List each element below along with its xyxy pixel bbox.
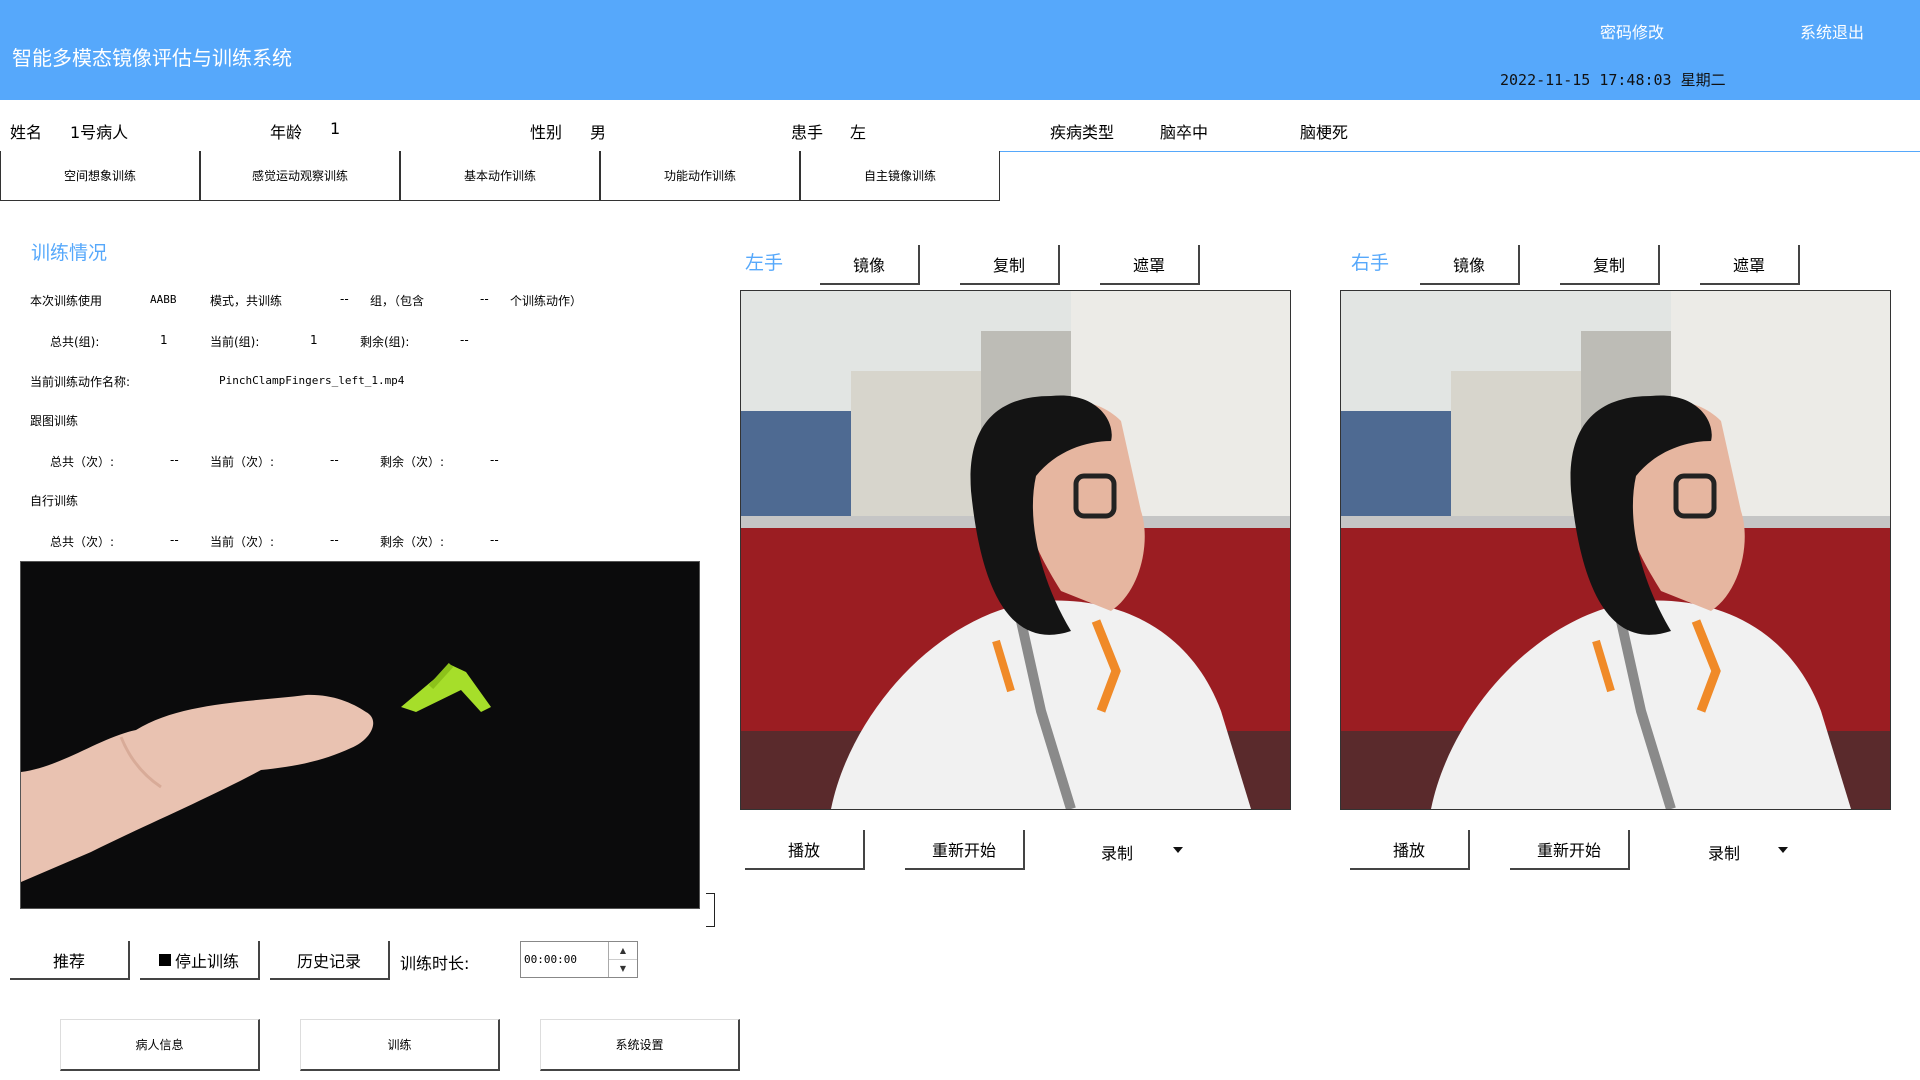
disease-subtype-value: 脑梗死	[1300, 123, 1349, 142]
right-record-dropdown-label[interactable]: 录制	[1708, 840, 1740, 864]
disease-type-label: 疾病类型	[1050, 123, 1115, 142]
stop-training-label: 停止训练	[174, 951, 239, 971]
groups-total-label: 总共(组):	[50, 335, 100, 349]
duration-value: 00:00:00	[524, 953, 577, 966]
training-actions-value: --	[480, 292, 489, 306]
tab-functional-action[interactable]: 功能动作训练	[600, 151, 800, 201]
groups-remaining-value: --	[460, 333, 469, 347]
right-record-dropdown-icon[interactable]	[1778, 847, 1788, 853]
training-groups-text: 组，（包含	[370, 294, 425, 308]
name-label: 姓名	[10, 123, 43, 142]
exit-system-link[interactable]: 系统退出	[1800, 19, 1864, 43]
right-camera-feed[interactable]	[1340, 290, 1891, 810]
follow-training-title: 跟图训练	[30, 414, 79, 428]
current-action-label: 当前训练动作名称:	[30, 375, 131, 389]
left-copy-button[interactable]: 复制	[960, 245, 1060, 285]
self-current-label: 当前（次）:	[210, 535, 275, 549]
right-copy-button[interactable]: 复制	[1560, 245, 1660, 285]
name-value: 1号病人	[70, 123, 129, 142]
affected-hand-label: 患手	[791, 123, 824, 142]
groups-current-label: 当前(组):	[210, 335, 260, 349]
groups-remaining-label: 剩余(组):	[360, 335, 410, 349]
right-mask-button[interactable]: 遮罩	[1700, 245, 1800, 285]
person-camera-frame	[1341, 291, 1890, 809]
tab-autonomous-mirror[interactable]: 自主镜像训练	[800, 151, 1000, 201]
self-remaining-value: --	[490, 533, 499, 547]
recommend-button[interactable]: 推荐	[10, 941, 130, 980]
self-remaining-label: 剩余（次）:	[380, 535, 445, 549]
left-mask-button[interactable]: 遮罩	[1100, 245, 1200, 285]
right-mirror-button[interactable]: 镜像	[1420, 245, 1520, 285]
self-training-title: 自行训练	[30, 494, 79, 508]
training-usage-prefix: 本次训练使用	[30, 294, 103, 308]
duration-time-field[interactable]: 00:00:00 ▲ ▼	[520, 941, 638, 978]
right-restart-button[interactable]: 重新开始	[1510, 830, 1630, 870]
left-play-button[interactable]: 播放	[745, 830, 865, 870]
training-pattern-value: AABB	[150, 293, 177, 306]
follow-remaining-value: --	[490, 453, 499, 467]
stop-square-icon	[158, 953, 171, 966]
stop-training-button[interactable]: 停止训练	[140, 941, 260, 980]
self-current-value: --	[330, 533, 339, 547]
training-groups-value: --	[340, 292, 349, 306]
nav-system-settings-button[interactable]: 系统设置	[540, 1019, 740, 1071]
follow-current-value: --	[330, 453, 339, 467]
hand-clip-video-frame	[21, 562, 699, 908]
follow-total-value: --	[170, 453, 179, 467]
left-camera-feed[interactable]	[740, 290, 1291, 810]
left-mirror-button[interactable]: 镜像	[820, 245, 920, 285]
groups-total-value: 1	[160, 333, 168, 347]
follow-total-label: 总共（次）:	[50, 455, 115, 469]
age-label: 年龄	[270, 123, 303, 142]
affected-hand-value: 左	[850, 123, 867, 142]
tab-spatial-imagery[interactable]: 空间想象训练	[0, 151, 200, 201]
disease-type-value: 脑卒中	[1160, 123, 1209, 142]
right-hand-label: 右手	[1351, 252, 1390, 274]
resize-handle[interactable]	[706, 893, 715, 927]
nav-training-button[interactable]: 训练	[300, 1019, 500, 1071]
gender-value: 男	[590, 123, 607, 142]
tab-basic-action[interactable]: 基本动作训练	[400, 151, 600, 201]
training-actions-text: 个训练动作）	[510, 294, 583, 308]
current-action-value: PinchClampFingers_left_1.mp4	[219, 374, 405, 387]
demo-video-player[interactable]	[20, 561, 700, 909]
training-status-title: 训练情况	[31, 242, 108, 264]
nav-patient-info-button[interactable]: 病人信息	[60, 1019, 260, 1071]
groups-current-value: 1	[310, 333, 318, 347]
spin-down-icon[interactable]: ▼	[609, 959, 637, 977]
follow-remaining-label: 剩余（次）:	[380, 455, 445, 469]
self-total-value: --	[170, 533, 179, 547]
spin-up-icon[interactable]: ▲	[609, 942, 637, 959]
left-restart-button[interactable]: 重新开始	[905, 830, 1025, 870]
tab-sensorimotor-observation[interactable]: 感觉运动观察训练	[200, 151, 400, 201]
left-record-dropdown-icon[interactable]	[1173, 847, 1183, 853]
follow-current-label: 当前（次）:	[210, 455, 275, 469]
training-mode-text: 模式，共训练	[210, 294, 283, 308]
left-record-dropdown-label[interactable]: 录制	[1101, 840, 1133, 864]
left-hand-label: 左手	[745, 252, 784, 274]
history-button[interactable]: 历史记录	[270, 941, 390, 980]
duration-spinner[interactable]: ▲ ▼	[608, 942, 637, 977]
duration-label: 训练时长:	[400, 954, 470, 973]
app-title: 智能多模态镜像评估与训练系统	[12, 46, 292, 70]
self-total-label: 总共（次）:	[50, 535, 115, 549]
gender-label: 性别	[530, 123, 563, 142]
age-value: 1	[330, 119, 341, 138]
person-camera-frame	[741, 291, 1290, 809]
datetime-display: 2022-11-15 17:48:03 星期二	[1500, 71, 1726, 89]
right-play-button[interactable]: 播放	[1350, 830, 1470, 870]
change-password-link[interactable]: 密码修改	[1600, 19, 1664, 43]
